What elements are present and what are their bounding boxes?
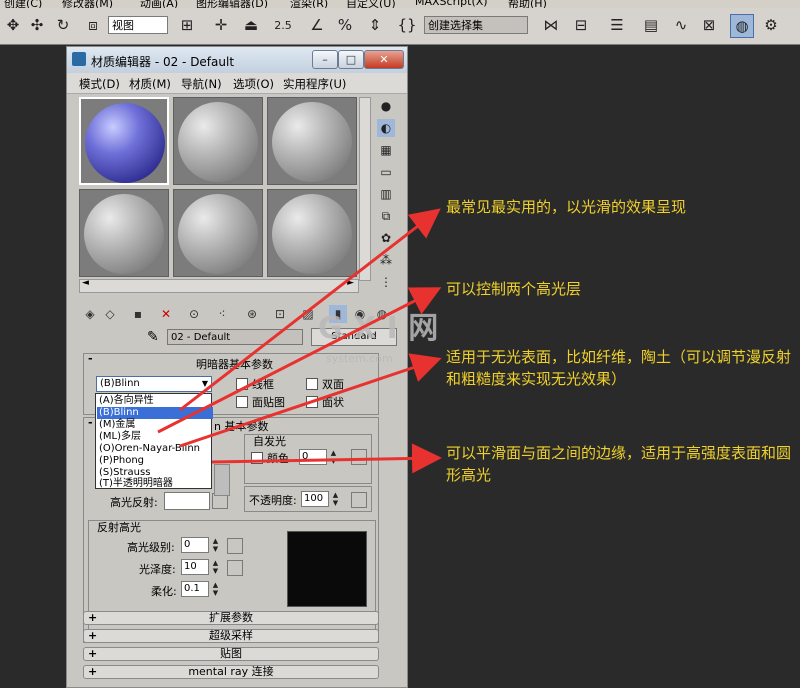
annotation-arrows <box>157 208 442 474</box>
arrow-oren-nayar <box>179 353 442 448</box>
annotation-blinn: 最常见最实用的，以光滑的效果呈现 <box>446 198 687 216</box>
annotation-phong: 可以平滑面与面之间的边缘，适用于高强度表面和圆形高光 <box>446 444 792 484</box>
arrow-phong <box>211 443 442 474</box>
annotation-oren-nayar: 适用于无光表面，比如纤维，陶土（可以调节漫反射和粗糙度来实现无光效果） <box>446 348 792 388</box>
arrow-multilayer <box>157 287 442 434</box>
annotation-multilayer: 可以控制两个高光层 <box>446 280 582 298</box>
